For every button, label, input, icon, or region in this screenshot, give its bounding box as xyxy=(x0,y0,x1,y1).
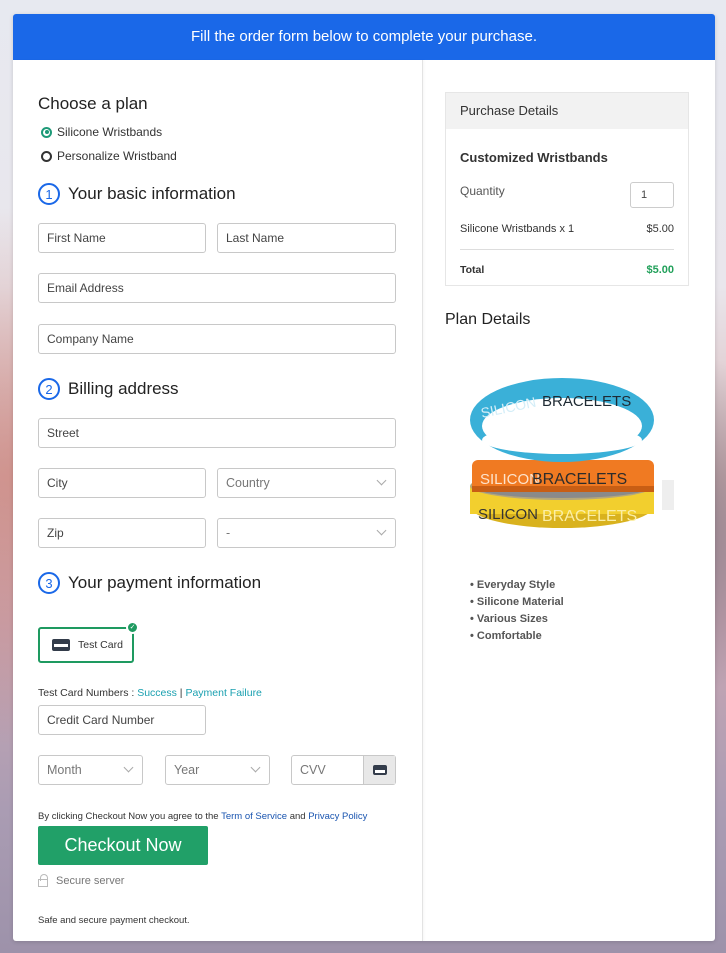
order-form-card: Fill the order form below to complete yo… xyxy=(13,14,715,941)
step-number-icon: 1 xyxy=(38,183,60,205)
street-input[interactable]: Street xyxy=(38,418,396,448)
chevron-down-icon xyxy=(376,475,387,486)
bracelet-text-word1: SILICON xyxy=(480,471,540,488)
payment-method-label: Test Card xyxy=(78,639,123,651)
product-name: Customized Wristbands xyxy=(460,150,608,165)
plan-option-personalize-wristband[interactable]: Personalize Wristband xyxy=(41,149,177,163)
payment-heading: 3 Your payment information xyxy=(38,572,261,594)
plan-option-silicone-wristbands[interactable]: Silicone Wristbands xyxy=(41,125,162,139)
safe-checkout-text: Safe and secure payment checkout. xyxy=(38,915,190,926)
order-form-column: Choose a plan Silicone Wristbands Person… xyxy=(13,60,423,941)
credit-card-number-input[interactable]: Credit Card Number xyxy=(38,705,206,735)
plan-details-heading: Plan Details xyxy=(445,311,531,328)
test-card-numbers: Test Card Numbers : Success | Payment Fa… xyxy=(38,687,262,699)
test-card-payment-option[interactable]: Test Card ✓ xyxy=(38,621,139,663)
first-name-input[interactable]: First Name xyxy=(38,223,206,253)
credit-card-icon xyxy=(372,765,387,775)
quantity-input[interactable]: 1 xyxy=(630,182,674,208)
year-select-value: Year xyxy=(174,763,200,777)
agreement-prefix: By clicking Checkout Now you agree to th… xyxy=(38,811,222,822)
orange-bracelet: SILICON BRACELETS xyxy=(472,460,654,492)
month-select-value: Month xyxy=(47,763,82,777)
total-row: Total $5.00 xyxy=(460,264,674,276)
purchase-details-heading: Purchase Details xyxy=(446,93,688,129)
lock-icon xyxy=(38,874,48,887)
line-item-label: Silicone Wristbands x 1 xyxy=(460,223,575,235)
state-select[interactable]: - xyxy=(217,518,396,548)
purchase-details-box: Purchase Details Customized Wristbands Q… xyxy=(445,92,689,286)
agreement-and: and xyxy=(287,811,309,822)
plan-option-label: Silicone Wristbands xyxy=(57,125,163,139)
quantity-label: Quantity xyxy=(460,184,505,198)
company-input[interactable]: Company Name xyxy=(38,324,396,354)
payment-failure-link[interactable]: Payment Failure xyxy=(185,687,261,699)
success-link[interactable]: Success xyxy=(137,687,177,699)
summary-column: Purchase Details Customized Wristbands Q… xyxy=(424,60,715,941)
country-select[interactable]: Country xyxy=(217,468,396,498)
banner: Fill the order form below to complete yo… xyxy=(13,14,715,60)
credit-card-icon xyxy=(52,639,70,651)
feature-item: Silicone Material xyxy=(470,594,564,611)
cvv-input[interactable]: CVV xyxy=(291,755,396,785)
step-number-icon: 3 xyxy=(38,572,60,594)
chevron-down-icon xyxy=(123,762,134,773)
secure-server-note: Secure server xyxy=(38,874,125,887)
agreement-text: By clicking Checkout Now you agree to th… xyxy=(38,811,367,822)
month-select[interactable]: Month xyxy=(38,755,143,785)
bracelet-text-word1: SILICON xyxy=(478,506,538,523)
zip-input[interactable]: Zip xyxy=(38,518,206,548)
last-name-input[interactable]: Last Name xyxy=(217,223,396,253)
section-title: Your basic information xyxy=(68,184,236,203)
choose-plan-heading: Choose a plan xyxy=(38,94,148,113)
billing-heading: 2 Billing address xyxy=(38,378,179,400)
bracelet-text-word2: BRACELETS xyxy=(542,393,631,410)
state-select-value: - xyxy=(226,526,231,540)
radio-unselected-icon[interactable] xyxy=(41,150,52,162)
country-select-value: Country xyxy=(226,476,270,490)
basic-info-heading: 1 Your basic information xyxy=(38,183,236,205)
divider xyxy=(460,249,674,250)
checkout-now-button[interactable]: Checkout Now xyxy=(38,826,208,865)
city-input[interactable]: City xyxy=(38,468,206,498)
blue-bracelet: SILICON BRACELETS xyxy=(470,378,654,462)
email-input[interactable]: Email Address xyxy=(38,273,396,303)
chevron-down-icon xyxy=(376,525,387,536)
bracelet-text-word2: BRACELETS xyxy=(532,471,627,488)
check-icon: ✓ xyxy=(126,621,139,634)
terms-of-service-link[interactable]: Term of Service xyxy=(221,811,287,822)
feature-item: Comfortable xyxy=(470,628,564,645)
plan-features-list: Everyday Style Silicone Material Various… xyxy=(470,577,564,645)
test-card-numbers-label: Test Card Numbers : xyxy=(38,687,138,699)
line-item-price: $5.00 xyxy=(646,223,674,235)
chevron-down-icon xyxy=(250,762,261,773)
step-number-icon: 2 xyxy=(38,378,60,400)
plan-option-label: Personalize Wristband xyxy=(57,149,177,163)
secure-server-label: Secure server xyxy=(56,875,125,887)
total-amount: $5.00 xyxy=(646,264,674,276)
feature-item: Everyday Style xyxy=(470,577,564,594)
radio-selected-icon[interactable] xyxy=(41,126,52,138)
feature-item: Various Sizes xyxy=(470,611,564,628)
year-select[interactable]: Year xyxy=(165,755,270,785)
cvv-card-button[interactable] xyxy=(363,756,395,784)
section-title: Billing address xyxy=(68,379,179,398)
privacy-policy-link[interactable]: Privacy Policy xyxy=(308,811,367,822)
total-label: Total xyxy=(460,264,485,276)
silicone-bracelets-image: SILICON BRACELETS SILICON BRACELETS SILI… xyxy=(470,378,674,528)
line-item: Silicone Wristbands x 1 $5.00 xyxy=(460,223,674,235)
cvv-placeholder: CVV xyxy=(300,763,326,777)
section-title: Your payment information xyxy=(68,573,262,592)
bracelet-text-word2: BRACELETS xyxy=(542,508,637,525)
